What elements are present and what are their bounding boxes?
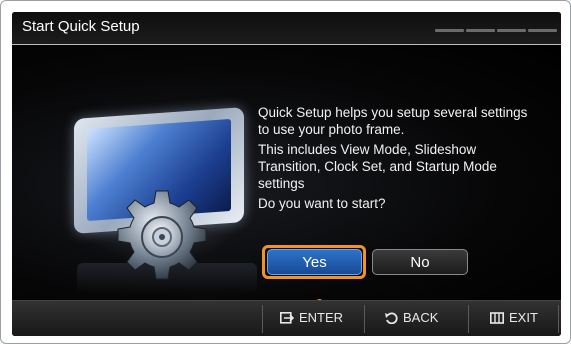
page-indicator bbox=[435, 29, 557, 32]
guide-separator bbox=[558, 305, 559, 333]
page-indicator-dot bbox=[528, 29, 557, 32]
back-label: BACK bbox=[403, 310, 439, 325]
gear-icon bbox=[117, 190, 207, 280]
enter-hint[interactable]: ENTER bbox=[280, 310, 343, 325]
yes-button[interactable]: Yes bbox=[267, 249, 362, 275]
button-guide-bar: ENTER BACK EXIT bbox=[12, 300, 561, 336]
description-line: Quick Setup helps you setup several sett… bbox=[258, 105, 528, 137]
device-screen: Start Quick Setup Quick Setup helps you … bbox=[12, 12, 561, 336]
page-indicator-dot bbox=[497, 29, 526, 32]
back-hint[interactable]: BACK bbox=[384, 310, 438, 325]
dialog-content: Quick Setup helps you setup several sett… bbox=[12, 45, 561, 327]
exit-hint[interactable]: EXIT bbox=[490, 310, 538, 325]
back-icon bbox=[385, 311, 398, 324]
description-line: This includes View Mode, Slideshow Trans… bbox=[258, 142, 497, 191]
enter-icon bbox=[280, 311, 294, 324]
guide-separator bbox=[364, 305, 365, 333]
page-indicator-dot bbox=[466, 29, 495, 32]
enter-label: ENTER bbox=[299, 310, 344, 325]
exit-label: EXIT bbox=[509, 310, 538, 325]
page-indicator-dot bbox=[435, 29, 464, 32]
dialog-description: Quick Setup helps you setup several sett… bbox=[258, 104, 538, 215]
screenshot-frame: Start Quick Setup Quick Setup helps you … bbox=[0, 0, 571, 344]
description-question: Do you want to start? bbox=[258, 196, 386, 211]
guide-separator bbox=[468, 305, 469, 333]
setup-illustration bbox=[62, 105, 262, 293]
no-button[interactable]: No bbox=[372, 249, 468, 275]
exit-icon bbox=[490, 311, 504, 324]
window-title: Start Quick Setup bbox=[22, 18, 140, 35]
title-bar: Start Quick Setup bbox=[12, 12, 561, 45]
guide-separator bbox=[262, 305, 263, 333]
